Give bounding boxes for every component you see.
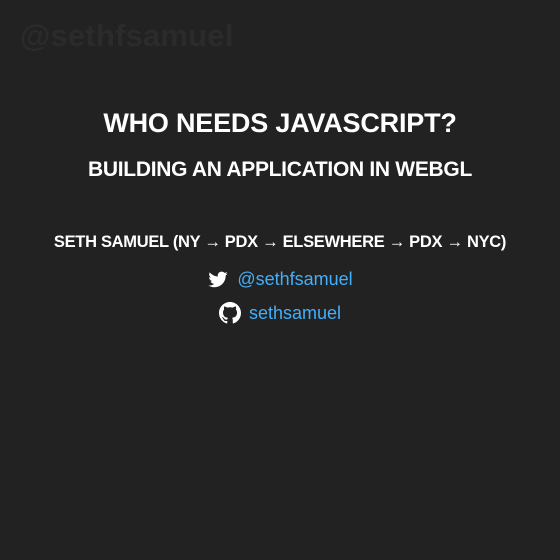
twitter-row: @sethfsamuel [0,268,560,290]
twitter-handle-link[interactable]: @sethfsamuel [237,268,352,290]
github-octocat-icon [218,302,241,324]
slide-subtitle: BUILDING AN APPLICATION IN WEBGL [88,158,472,181]
slide: @sethfsamuel WHO NEEDS JAVASCRIPT? BUILD… [0,0,560,560]
github-row: sethsamuel [0,302,560,324]
github-username-link[interactable]: sethsamuel [249,302,341,324]
author-line: SETH SAMUEL (NY → PDX → ELSEWHERE → PDX … [53,233,507,251]
slide-title: WHO NEEDS JAVASCRIPT? [103,108,457,138]
watermark-handle: @sethfsamuel [20,18,234,53]
twitter-bird-icon [207,268,229,290]
